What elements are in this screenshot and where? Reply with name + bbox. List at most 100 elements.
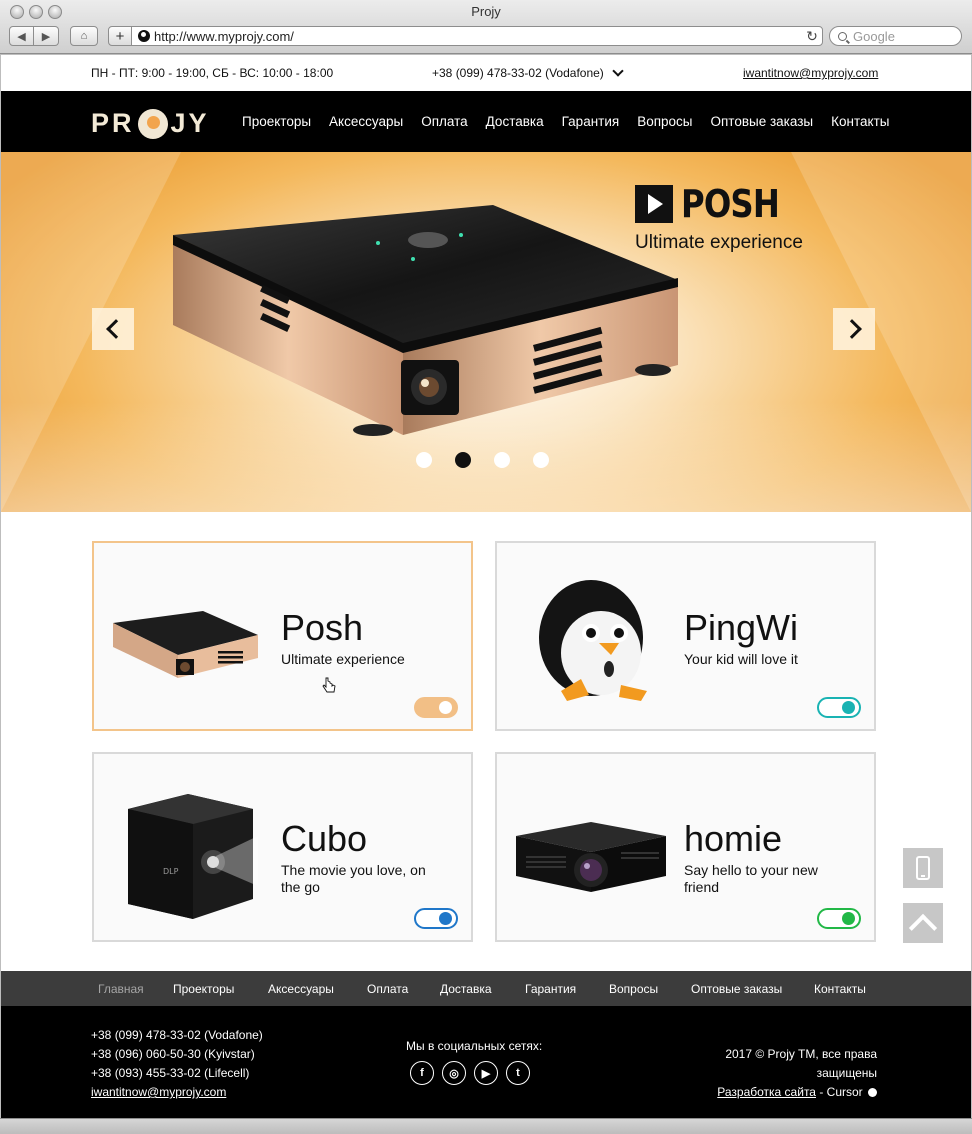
slider-dot-2[interactable] bbox=[455, 452, 471, 468]
nav-item-warranty[interactable]: Гарантия bbox=[562, 114, 620, 129]
product-toggle[interactable] bbox=[414, 908, 458, 929]
footer-email-link[interactable]: iwantitnow@myprojy.com bbox=[91, 1083, 263, 1102]
forward-arrow-icon: ▶ bbox=[41, 30, 51, 43]
product-tagline: Say hello to your new friend bbox=[684, 862, 818, 895]
footer-nav-faq[interactable]: Вопросы bbox=[609, 982, 658, 996]
web-page: ПН - ПТ: 9:00 - 19:00, СБ - ВС: 10:00 - … bbox=[1, 55, 971, 1118]
footer-nav-projectors[interactable]: Проекторы bbox=[173, 982, 234, 996]
phone-dropdown[interactable]: +38 (099) 478-33-02 (Vodafone) bbox=[432, 65, 624, 80]
hand-cursor-icon bbox=[322, 677, 336, 693]
home-button[interactable]: ⌂ bbox=[70, 26, 98, 46]
slider-pagination bbox=[416, 452, 549, 468]
main-menu: Проекторы Аксессуары Оплата Доставка Гар… bbox=[242, 114, 889, 129]
footer-nav-delivery[interactable]: Доставка bbox=[440, 982, 492, 996]
product-name: Posh bbox=[281, 607, 364, 648]
developer-credit: Разработка сайта - Cursor bbox=[677, 1083, 877, 1102]
footer-phone-vodafone[interactable]: +38 (099) 478-33-02 (Vodafone) bbox=[91, 1026, 263, 1045]
social-icons: f ◎ ▶ t bbox=[410, 1061, 542, 1085]
footer-nav-wholesale[interactable]: Оптовые заказы bbox=[691, 982, 782, 996]
slider-dot-4[interactable] bbox=[533, 452, 549, 468]
plus-icon: + bbox=[115, 27, 125, 45]
product-name: Cubo bbox=[281, 818, 368, 859]
hero-slider: POSH Ultimate experience bbox=[1, 152, 971, 512]
youtube-icon[interactable]: ▶ bbox=[474, 1061, 498, 1085]
hero-brand-name: POSH bbox=[681, 182, 780, 226]
add-bookmark-button[interactable]: + bbox=[108, 26, 132, 46]
footer-nav-warranty[interactable]: Гарантия bbox=[525, 982, 576, 996]
product-tagline: The movie you love, on the go bbox=[281, 862, 426, 895]
cursor-logo-icon bbox=[868, 1088, 877, 1098]
footer-contacts: +38 (099) 478-33-02 (Vodafone) +38 (096)… bbox=[91, 1026, 263, 1102]
copyright-block: 2017 © Projy TM, все права защищены Разр… bbox=[677, 1045, 877, 1102]
search-placeholder: Google bbox=[853, 28, 895, 44]
nav-item-accessories[interactable]: Аксессуары bbox=[329, 114, 403, 129]
pingwi-thumbnail bbox=[511, 563, 671, 713]
developer-link[interactable]: Разработка сайта bbox=[717, 1085, 816, 1099]
nav-item-faq[interactable]: Вопросы bbox=[637, 114, 692, 129]
nav-item-payment[interactable]: Оплата bbox=[421, 114, 467, 129]
address-bar[interactable]: http://www.myprojy.com/ ↻ bbox=[131, 26, 823, 46]
toggle-knob bbox=[439, 701, 452, 714]
footer-nav-contacts[interactable]: Контакты bbox=[814, 982, 866, 996]
cubo-thumbnail: DLP bbox=[108, 774, 268, 924]
product-toggle[interactable] bbox=[817, 908, 861, 929]
slider-dot-3[interactable] bbox=[494, 452, 510, 468]
social-label: Мы в социальных сетях: bbox=[406, 1039, 543, 1053]
play-icon bbox=[635, 185, 673, 223]
chevron-down-icon bbox=[612, 65, 624, 77]
footer-phone-kyivstar[interactable]: +38 (096) 060-50-30 (Kyivstar) bbox=[91, 1045, 263, 1064]
mobile-phone-icon bbox=[916, 856, 930, 880]
product-card-cubo[interactable]: DLP Cubo The movie you love, on the go bbox=[92, 752, 473, 942]
call-back-button[interactable] bbox=[903, 848, 943, 888]
nav-item-delivery[interactable]: Доставка bbox=[486, 114, 544, 129]
copyright-text: 2017 © Projy TM, все права защищены bbox=[725, 1047, 877, 1080]
nav-item-contacts[interactable]: Контакты bbox=[831, 114, 889, 129]
back-arrow-icon: ◀ bbox=[17, 30, 26, 43]
product-card-pingwi[interactable]: PingWi Your kid will love it bbox=[495, 541, 876, 731]
projy-logo[interactable]: PR JY bbox=[91, 108, 210, 139]
history-buttons: ◀ ▶ bbox=[9, 26, 59, 46]
product-toggle[interactable] bbox=[414, 697, 458, 718]
chevron-right-icon bbox=[841, 319, 862, 339]
footer-navigation: Главная Проекторы Аксессуары Оплата Дост… bbox=[1, 971, 971, 1006]
phone-number: +38 (099) 478-33-02 (Vodafone) bbox=[432, 66, 604, 80]
svg-text:DLP: DLP bbox=[163, 867, 179, 876]
developer-name: - Cursor bbox=[815, 1085, 863, 1099]
top-info-bar: ПН - ПТ: 9:00 - 19:00, СБ - ВС: 10:00 - … bbox=[1, 55, 971, 91]
search-field[interactable]: Google bbox=[829, 26, 962, 46]
twitter-icon[interactable]: t bbox=[506, 1061, 530, 1085]
slider-prev-button[interactable] bbox=[92, 308, 134, 350]
product-toggle[interactable] bbox=[817, 697, 861, 718]
chevron-up-icon bbox=[908, 913, 938, 943]
posh-brand-logo: POSH bbox=[635, 182, 796, 226]
forward-button[interactable]: ▶ bbox=[34, 26, 59, 46]
nav-item-wholesale[interactable]: Оптовые заказы bbox=[711, 114, 814, 129]
product-card-posh[interactable]: Posh Ultimate experience bbox=[92, 541, 473, 731]
browser-chrome: Projy ◀ ▶ ⌂ + http://www.myprojy.com/ ↻ … bbox=[0, 0, 972, 54]
footer-phone-lifecell[interactable]: +38 (093) 455-33-02 (Lifecell) bbox=[91, 1064, 263, 1083]
reload-icon[interactable]: ↻ bbox=[802, 28, 822, 45]
footer-nav-accessories[interactable]: Аксессуары bbox=[268, 982, 334, 996]
slider-dot-1[interactable] bbox=[416, 452, 432, 468]
back-button[interactable]: ◀ bbox=[9, 26, 34, 46]
instagram-icon[interactable]: ◎ bbox=[442, 1061, 466, 1085]
toggle-knob bbox=[842, 912, 855, 925]
slider-next-button[interactable] bbox=[833, 308, 875, 350]
main-navigation: PR JY Проекторы Аксессуары Оплата Достав… bbox=[1, 91, 971, 152]
product-name: homie bbox=[684, 818, 783, 859]
site-favicon-icon bbox=[138, 30, 150, 42]
email-link[interactable]: iwantitnow@myprojy.com bbox=[743, 66, 878, 80]
chevron-left-icon bbox=[105, 319, 126, 339]
scroll-to-top-button[interactable] bbox=[903, 903, 943, 943]
product-tagline: Ultimate experience bbox=[281, 651, 405, 667]
social-block: Мы в социальных сетях: f ◎ ▶ t bbox=[406, 1039, 542, 1085]
footer: +38 (099) 478-33-02 (Vodafone) +38 (096)… bbox=[1, 1006, 971, 1118]
homie-thumbnail bbox=[511, 774, 671, 924]
window-title: Projy bbox=[471, 4, 501, 19]
working-hours: ПН - ПТ: 9:00 - 19:00, СБ - ВС: 10:00 - … bbox=[91, 66, 334, 80]
footer-nav-payment[interactable]: Оплата bbox=[367, 982, 408, 996]
nav-item-projectors[interactable]: Проекторы bbox=[242, 114, 311, 129]
facebook-icon[interactable]: f bbox=[410, 1061, 434, 1085]
footer-nav-home[interactable]: Главная bbox=[98, 982, 144, 996]
product-card-homie[interactable]: homie Say hello to your new friend bbox=[495, 752, 876, 942]
